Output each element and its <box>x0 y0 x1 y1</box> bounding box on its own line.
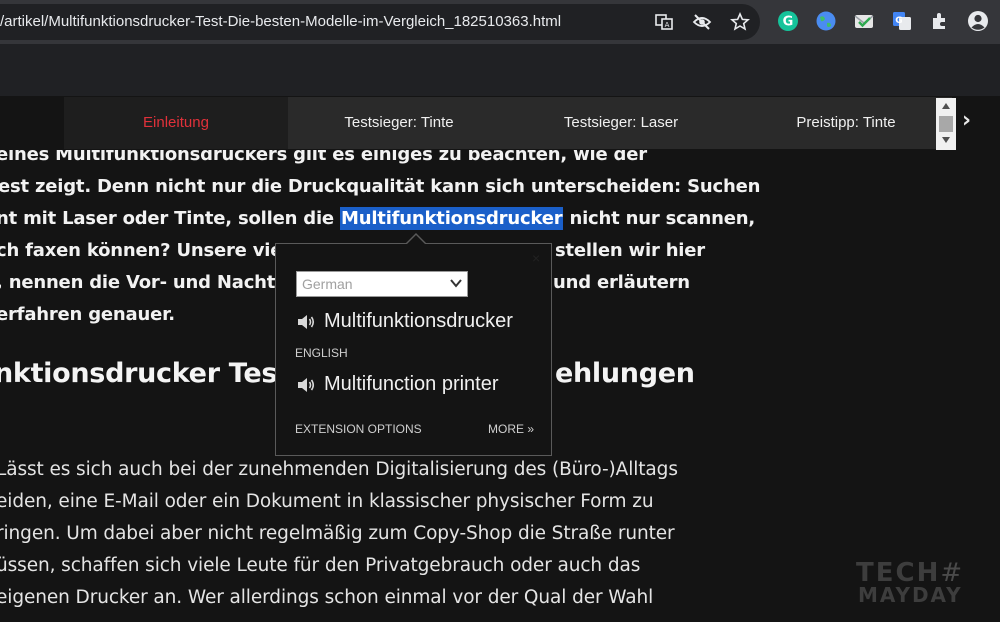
star-icon[interactable] <box>730 12 750 32</box>
puzzle-icon[interactable] <box>929 10 951 32</box>
section-heading: ehlungen <box>555 358 695 389</box>
body-line: eigenen Drucker an. Wer allerdings schon… <box>0 587 654 608</box>
section-nav: Einleitung Testsieger: Tinte Testsieger:… <box>64 97 952 149</box>
tab-preistipp-tinte[interactable]: Preistipp: Tinte <box>732 97 960 149</box>
speaker-icon[interactable] <box>296 313 316 331</box>
address-bar[interactable]: /artikel/Multifunktionsdrucker-Test-Die-… <box>0 4 760 40</box>
translate-icon[interactable]: A <box>654 12 674 32</box>
intro-text: nt mit Laser oder Tinte, sollen die <box>0 208 340 229</box>
chevron-down-icon <box>450 279 462 288</box>
source-language-value: German <box>302 276 353 292</box>
next-section-button[interactable]: › <box>962 108 971 133</box>
body-line: üssen, schaffen sich viele Leute für den… <box>0 555 641 576</box>
globe-icon[interactable] <box>815 10 837 32</box>
intro-line: , nennen die Vor- und Nachte <box>0 272 288 293</box>
section-heading: nktionsdrucker Test <box>0 358 290 389</box>
body-line: eiden, eine E-Mail oder ein Dokument in … <box>0 491 654 512</box>
address-bar-url[interactable]: /artikel/Multifunktionsdrucker-Test-Die-… <box>0 4 561 40</box>
intro-line: stellen wir hier <box>555 240 705 261</box>
extension-options-link[interactable]: EXTENSION OPTIONS <box>295 422 422 436</box>
tab-einleitung[interactable]: Einleitung <box>64 97 288 149</box>
google-translate-icon[interactable]: G <box>891 10 913 32</box>
target-language-label: ENGLISH <box>295 346 348 360</box>
grammarly-icon[interactable]: G <box>777 10 799 32</box>
scroll-up-icon[interactable] <box>941 102 951 110</box>
close-icon[interactable]: × <box>532 250 540 266</box>
scroll-thumb[interactable] <box>939 116 953 132</box>
intro-line: und erläutern <box>553 272 690 293</box>
svg-text:G: G <box>895 16 902 26</box>
source-word: Multifunktionsdrucker <box>324 310 513 332</box>
intro-text: nicht nur scannen, <box>563 208 755 229</box>
svg-text:A: A <box>665 21 670 29</box>
body-line: Lässt es sich auch bei der zunehmenden D… <box>0 459 678 480</box>
speaker-icon[interactable] <box>296 376 316 394</box>
intro-line: erfahren genauer. <box>0 304 175 325</box>
tab-testsieger-laser[interactable]: Testsieger: Laser <box>510 97 732 149</box>
tab-testsieger-tinte[interactable]: Testsieger: Tinte <box>288 97 510 149</box>
source-language-select[interactable]: German <box>296 271 468 297</box>
scroll-down-icon[interactable] <box>941 136 951 144</box>
section-nav-scrollbar[interactable] <box>936 98 956 150</box>
highlighted-word[interactable]: Multifunktionsdrucker <box>340 207 564 230</box>
intro-line: nt mit Laser oder Tinte, sollen die Mult… <box>0 207 755 230</box>
translated-word: Multifunction printer <box>324 373 499 395</box>
watermark-line2: MAYDAY <box>858 583 963 607</box>
svg-text:G: G <box>783 15 794 30</box>
intro-line: est zeigt. Denn nicht nur die Druckquali… <box>0 176 761 197</box>
eye-off-icon[interactable] <box>692 12 712 32</box>
email-check-icon[interactable] <box>853 10 875 32</box>
translate-popup: × German Multifunktionsdrucker ENGLISH M… <box>275 243 552 456</box>
intro-line: eines Multifunktionsdruckers gilt es ein… <box>0 150 647 165</box>
body-line: ringen. Um dabei aber nicht regelmäßig z… <box>0 523 675 544</box>
account-icon[interactable] <box>967 10 989 32</box>
browser-toolbar: /artikel/Multifunktionsdrucker-Test-Die-… <box>0 0 1000 44</box>
popup-arrow-inner <box>406 235 426 245</box>
bookmarks-bar <box>0 44 1000 96</box>
intro-line: ch faxen können? Unsere vier <box>0 240 291 261</box>
more-link[interactable]: MORE » <box>488 422 534 436</box>
